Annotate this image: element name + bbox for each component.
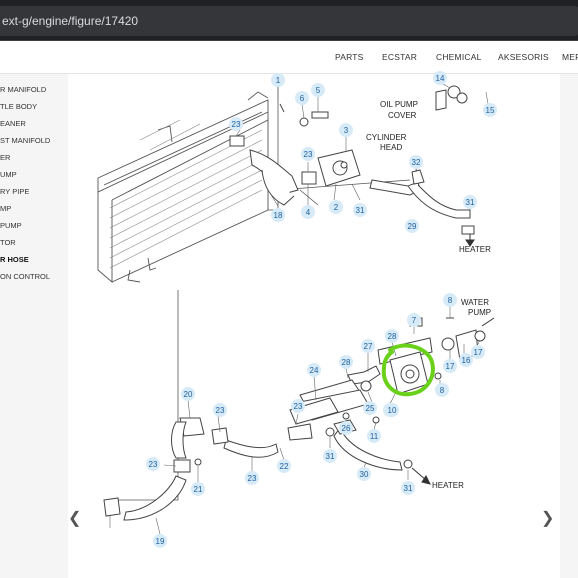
label-oil-pump-cover-2: COVER — [388, 111, 417, 120]
parts-diagram: OIL PUMP COVER CYLINDER HEAD HEATER WATE… — [97, 71, 497, 548]
callout-number: 23 — [304, 150, 313, 159]
label-heater-top: HEATER — [459, 245, 491, 254]
callout-number: 31 — [466, 198, 475, 207]
callout-number: 3 — [344, 126, 349, 135]
next-arrow-button[interactable]: ❯ — [541, 508, 554, 528]
callout-number: 1 — [276, 76, 281, 85]
heater-arrows — [411, 234, 495, 485]
label-cylinder-head-2: HEAD — [380, 143, 402, 152]
callout-number: 25 — [366, 404, 375, 413]
callout-number: 22 — [280, 462, 289, 471]
callout-number: 31 — [326, 452, 335, 461]
callout-number: 15 — [486, 106, 495, 115]
callout-number: 31 — [356, 206, 365, 215]
callout-number: 14 — [436, 74, 445, 83]
callout-number: 18 — [274, 211, 283, 220]
callout-number: 16 — [462, 356, 471, 365]
callout-number: 24 — [310, 366, 319, 375]
label-water-pump: WATER — [461, 298, 489, 307]
callout-number: 23 — [216, 406, 225, 415]
part-number-callouts: 1651415233232418313231298728171617282792… — [146, 71, 497, 548]
label-water-pump-2: PUMP — [468, 308, 491, 317]
callout-number: 6 — [300, 94, 305, 103]
callout-number: 26 — [342, 424, 351, 433]
callout-number: 23 — [232, 120, 241, 129]
callout-number: 20 — [184, 390, 193, 399]
guide-lines — [108, 82, 411, 501]
callout-number: 2 — [334, 203, 339, 212]
callout-number: 23 — [248, 474, 257, 483]
label-heater-bottom: HEATER — [432, 481, 464, 490]
label-oil-pump-cover: OIL PUMP — [380, 100, 418, 109]
callout-number: 29 — [408, 222, 417, 231]
callout-number: 30 — [360, 470, 369, 479]
callout-number: 4 — [306, 208, 311, 217]
callout-number: 8 — [448, 296, 453, 305]
prev-arrow-button[interactable]: ❮ — [68, 508, 81, 528]
chevron-right-icon: ❯ — [541, 510, 555, 527]
radiator-drawing — [97, 91, 269, 283]
chevron-left-icon: ❮ — [68, 510, 82, 527]
callout-number: 10 — [388, 406, 397, 415]
callout-number: 5 — [316, 86, 321, 95]
callout-number: 28 — [342, 358, 351, 367]
callout-number: 31 — [404, 484, 413, 493]
callout-number: 8 — [440, 386, 445, 395]
callout-number: 23 — [149, 460, 158, 469]
callout-number: 11 — [370, 432, 379, 441]
diagram-text-labels: OIL PUMP COVER CYLINDER HEAD HEATER WATE… — [366, 100, 491, 490]
callout-number: 17 — [474, 348, 483, 357]
callout-number: 28 — [388, 332, 397, 341]
callout-number: 7 — [412, 316, 417, 325]
callout-number: 27 — [364, 342, 373, 351]
leader-lines — [109, 81, 489, 535]
callout-number: 21 — [194, 485, 203, 494]
callout-number: 19 — [156, 537, 165, 546]
label-cylinder-head: CYLINDER — [366, 133, 407, 142]
callout-number: 32 — [412, 158, 421, 167]
callout-number: 17 — [446, 362, 455, 371]
parts-bottom — [103, 317, 486, 517]
callout-number: 23 — [294, 402, 303, 411]
